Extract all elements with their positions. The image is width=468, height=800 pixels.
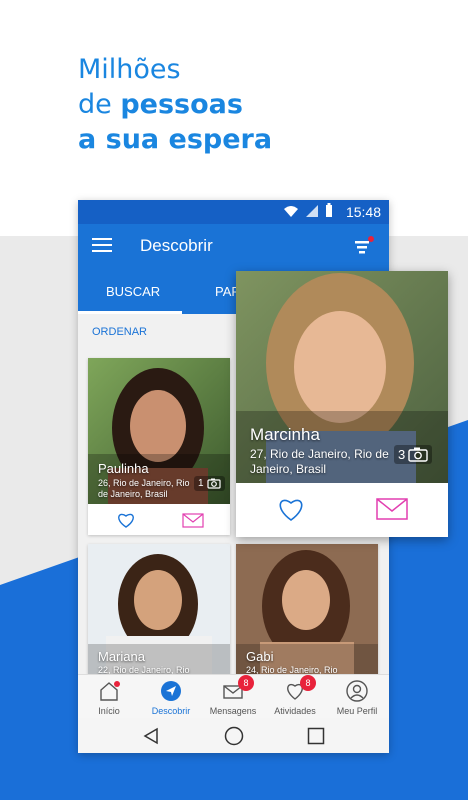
app-bar: Descobrir — [78, 224, 389, 270]
featured-photo-count: 3 — [394, 445, 433, 464]
message-icon[interactable] — [182, 513, 204, 528]
headline-line2: de pessoas — [78, 89, 243, 120]
nav-meu-perfil[interactable]: Meu Perfil — [326, 675, 388, 719]
card-actions — [88, 504, 230, 535]
nav-mensagens[interactable]: 8 Mensagens — [202, 675, 264, 719]
message-icon[interactable] — [376, 498, 408, 520]
compass-icon — [161, 681, 181, 701]
notification-badge: 8 — [300, 675, 316, 691]
featured-photo-count-value: 3 — [398, 447, 406, 462]
heart-icon[interactable] — [116, 511, 136, 529]
nav-atividades[interactable]: 8 Atividades — [264, 675, 326, 719]
signal-icon — [306, 204, 318, 217]
home-button-icon[interactable] — [224, 726, 244, 746]
nav-label: Descobrir — [151, 706, 191, 716]
nav-descobrir[interactable]: Descobrir — [140, 675, 202, 719]
app-title: Descobrir — [140, 236, 213, 255]
nav-label: Atividades — [274, 706, 316, 716]
nav-label: Mensagens — [209, 706, 257, 716]
sort-button[interactable]: ORDENAR — [92, 326, 147, 338]
profile-name: Gabi — [246, 649, 274, 664]
menu-icon[interactable] — [92, 238, 112, 254]
profile-location: 26, Rio de Janeiro, Rio de Janeiro, Bras… — [98, 478, 190, 499]
bottom-nav: Início Descobrir 8 Mensagens 8 Atividade… — [78, 674, 389, 718]
camera-icon — [408, 447, 428, 462]
photo-count: 1 — [194, 476, 225, 491]
profile-card[interactable]: Gabi 24, Rio de Janeiro, Rio — [236, 544, 378, 684]
featured-name: Marcinha — [250, 425, 320, 444]
status-bar: 15:48 — [78, 200, 389, 224]
heart-icon[interactable] — [276, 495, 306, 523]
status-icons — [283, 203, 333, 218]
featured-profile-card[interactable]: Marcinha 27, Rio de Janeiro, Rio de Jane… — [236, 271, 448, 537]
battery-icon — [326, 203, 332, 217]
nav-label: Início — [98, 706, 120, 716]
home-icon — [100, 681, 120, 701]
headline-line3: a sua espera — [78, 124, 273, 155]
nav-label: Meu Perfil — [336, 706, 378, 716]
headline-line1: Milhões — [78, 54, 181, 85]
featured-location: 27, Rio de Janeiro, Rio de Janeiro, Bras… — [250, 447, 389, 476]
status-time: 15:48 — [345, 204, 381, 220]
wifi-icon — [284, 205, 298, 217]
tab-buscar[interactable]: BUSCAR — [106, 284, 160, 299]
profile-icon — [346, 680, 368, 702]
headline: Milhões de pessoas a sua espera — [78, 52, 272, 157]
back-icon[interactable] — [142, 727, 160, 745]
profile-card[interactable]: Paulinha 26, Rio de Janeiro, Rio de Jane… — [88, 358, 230, 535]
recents-icon[interactable] — [307, 727, 325, 745]
profile-name: Paulinha — [98, 461, 149, 476]
camera-icon — [206, 478, 221, 489]
profile-card[interactable]: Mariana 22, Rio de Janeiro, Rio — [88, 544, 230, 684]
profile-name: Mariana — [98, 649, 145, 664]
system-nav-bar — [78, 718, 389, 753]
notification-badge: 8 — [238, 675, 254, 691]
nav-inicio[interactable]: Início — [78, 675, 140, 719]
featured-actions — [236, 483, 448, 537]
photo-count-value: 1 — [198, 478, 204, 489]
filter-icon[interactable] — [353, 236, 375, 256]
